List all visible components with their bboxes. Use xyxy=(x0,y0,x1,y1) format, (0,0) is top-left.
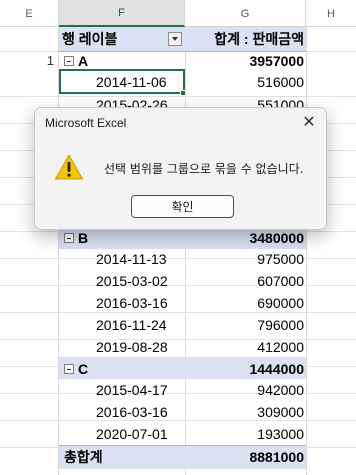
row-number[interactable]: 1 xyxy=(0,47,58,74)
warning-icon xyxy=(54,153,84,181)
fill-handle[interactable] xyxy=(180,90,186,96)
column-header-e[interactable]: E xyxy=(0,0,59,27)
row-label-header-text: 행 레이블 xyxy=(62,30,118,47)
column-header-bar: E F G H xyxy=(0,0,356,27)
collapse-a-icon[interactable] xyxy=(64,55,74,66)
column-header-f[interactable]: F xyxy=(59,0,185,27)
collapse-b-icon[interactable] xyxy=(64,232,74,243)
group-a-text: A xyxy=(78,52,89,69)
dialog-title: Microsoft Excel xyxy=(45,116,127,130)
spreadsheet: E F G H 행 레이블 합계 : 판매금액 1 A 3957000 2014… xyxy=(0,0,356,475)
collapse-c-icon[interactable] xyxy=(64,363,74,374)
grand-total-value[interactable]: 8881000 xyxy=(186,443,304,470)
group-c-text: C xyxy=(78,360,89,377)
row-label-filter-dropdown-icon[interactable] xyxy=(168,31,182,46)
ok-button[interactable]: 확인 xyxy=(131,195,234,218)
dialog-message: 선택 범위를 그룹으로 묶을 수 없습니다. xyxy=(104,162,304,176)
active-cell-selection xyxy=(59,69,185,94)
grand-total-label[interactable]: 총합계 xyxy=(64,443,184,470)
group-b-text: B xyxy=(78,229,89,246)
error-dialog: Microsoft Excel ✕ 선택 범위를 그룹으로 묶을 수 없습니다.… xyxy=(34,107,327,230)
close-icon[interactable]: ✕ xyxy=(300,113,318,131)
column-header-g[interactable]: G xyxy=(185,0,306,27)
column-header-h[interactable]: H xyxy=(306,0,356,27)
